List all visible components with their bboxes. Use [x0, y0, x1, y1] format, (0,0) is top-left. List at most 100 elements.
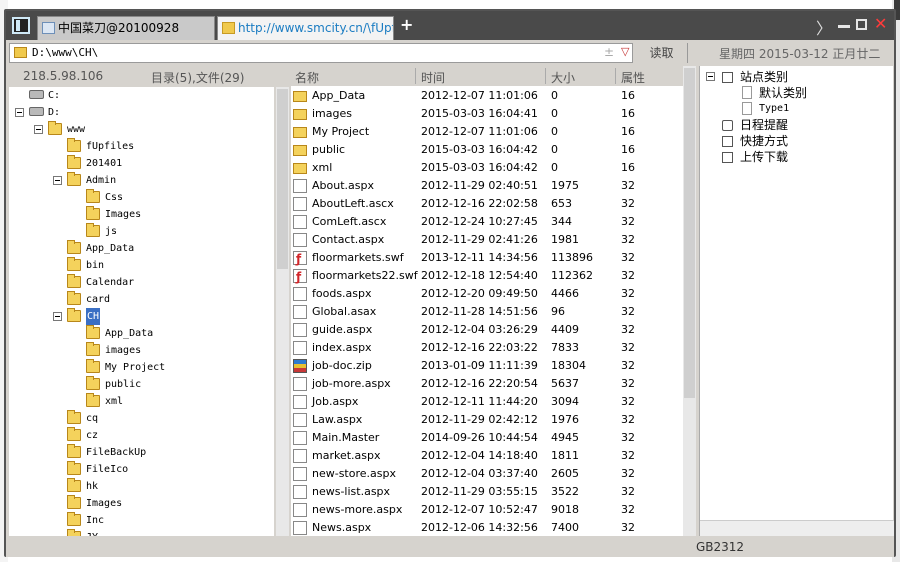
file-icon: [293, 323, 307, 337]
encoding-label[interactable]: GB2312: [696, 540, 744, 554]
table-row[interactable]: xml 2015-03-03 16:04:42 0 16: [291, 159, 681, 177]
cell-size: 4409: [551, 323, 579, 336]
table-row[interactable]: job-more.aspx 2012-12-16 22:20:54 5637 32: [291, 375, 681, 393]
table-row[interactable]: News.aspx 2012-12-06 14:32:56 7400 32: [291, 519, 681, 536]
app-panel-icon[interactable]: [12, 17, 30, 34]
column-divider[interactable]: [615, 68, 616, 84]
path-input[interactable]: D:\www\CH\ ± ▽: [9, 43, 633, 63]
bookmark-item[interactable]: 站点类别: [700, 69, 894, 85]
tree-item[interactable]: Admin: [9, 172, 274, 189]
column-divider[interactable]: [545, 68, 546, 84]
tree-item[interactable]: fUpfiles: [9, 138, 274, 155]
table-row[interactable]: news-more.aspx 2012-12-07 10:52:47 9018 32: [291, 501, 681, 519]
tree-item[interactable]: xml: [9, 393, 274, 410]
tree-scrollbar-thumb[interactable]: [277, 89, 288, 269]
collapse-toggle-icon[interactable]: [706, 72, 715, 81]
collapse-toggle-icon[interactable]: [15, 108, 24, 117]
tree-item[interactable]: Images: [9, 206, 274, 223]
table-row[interactable]: About.aspx 2012-11-29 02:40:51 1975 32: [291, 177, 681, 195]
tree-scrollbar[interactable]: [276, 87, 289, 536]
tree-item[interactable]: js: [9, 223, 274, 240]
directory-panel: 218.5.98.106 目录(5),文件(29) C: D: www fUpfile…: [9, 66, 289, 536]
bookmarks-horizontal-scrollbar[interactable]: [700, 520, 894, 536]
tree-item[interactable]: bin: [9, 257, 274, 274]
bookmark-item[interactable]: 快捷方式: [700, 133, 894, 149]
tree-item[interactable]: hk: [9, 478, 274, 495]
table-row[interactable]: foods.aspx 2012-12-20 09:49:50 4466 32: [291, 285, 681, 303]
table-row[interactable]: floormarkets22.swf2012-12-18 12:54:40 112…: [291, 267, 681, 286]
cell-name: My Project: [312, 125, 370, 138]
tree-item[interactable]: My Project: [9, 359, 274, 376]
tree-item[interactable]: Inc: [9, 512, 274, 529]
file-list-scrollbar-thumb[interactable]: [684, 68, 695, 398]
tree-item[interactable]: FileBackUp: [9, 444, 274, 461]
collapse-toggle-icon[interactable]: [34, 125, 43, 134]
tab-shell-manager[interactable]: 中国菜刀@20100928: [37, 16, 215, 40]
file-list[interactable]: App_Data 2012-12-07 11:01:06 0 16 images 2015…: [291, 87, 681, 536]
maximize-icon[interactable]: [856, 19, 867, 30]
tree-item[interactable]: cz: [9, 427, 274, 444]
tree-item[interactable]: images: [9, 342, 274, 359]
table-row[interactable]: Law.aspx 2012-11-29 02:42:12 1976 32: [291, 411, 681, 429]
cell-name: floormarkets22.swf: [312, 269, 418, 282]
table-row[interactable]: App_Data 2012-12-07 11:01:06 0 16: [291, 87, 681, 105]
collapse-toggle-icon[interactable]: [53, 312, 62, 321]
tree-item[interactable]: Images: [9, 495, 274, 512]
table-row[interactable]: Contact.aspx 2012-11-29 02:41:26 1981 32: [291, 231, 681, 249]
tree-item[interactable]: public: [9, 376, 274, 393]
plus-minus-icon[interactable]: ±: [604, 45, 614, 59]
table-row[interactable]: news-list.aspx 2012-11-29 03:55:15 3522 32: [291, 483, 681, 501]
close-icon[interactable]: ✕: [874, 14, 887, 33]
table-row[interactable]: ComLeft.ascx 2012-12-24 10:27:45 344 32: [291, 213, 681, 231]
table-row[interactable]: Job.aspx 2012-12-11 11:44:20 3094 32: [291, 393, 681, 411]
tree-item[interactable]: CH: [9, 308, 274, 325]
bookmark-item[interactable]: 默认类别: [700, 85, 894, 101]
flash-file-icon: [293, 250, 307, 268]
tree-item[interactable]: cq: [9, 410, 274, 427]
tab-file-browser[interactable]: http://www.smcity.cn/\fUpfile...: [217, 16, 394, 40]
chevron-down-icon[interactable]: ▽: [621, 45, 629, 58]
table-row[interactable]: guide.aspx 2012-12-04 03:26:29 4409 32: [291, 321, 681, 339]
tree-item[interactable]: App_Data: [9, 240, 274, 257]
folder-icon: [293, 127, 307, 138]
cell-time: 2012-12-16 22:02:58: [421, 197, 538, 210]
column-name[interactable]: 名称: [295, 69, 319, 86]
new-tab-button[interactable]: +: [400, 15, 413, 34]
tree-item[interactable]: JY: [9, 529, 274, 536]
table-row[interactable]: public 2015-03-03 16:04:42 0 16: [291, 141, 681, 159]
tree-item[interactable]: FileIco: [9, 461, 274, 478]
table-row[interactable]: floormarkets.swf 2013-12-11 14:34:56 11389…: [291, 249, 681, 268]
checkbox-icon[interactable]: [722, 72, 733, 83]
table-row[interactable]: images 2015-03-03 16:04:41 0 16: [291, 105, 681, 123]
chevron-right-icon[interactable]: 〉: [816, 15, 832, 39]
collapse-toggle-icon[interactable]: [53, 176, 62, 185]
tree-item[interactable]: C:: [9, 87, 274, 104]
bookmark-item[interactable]: 日程提醒: [700, 117, 894, 133]
table-row[interactable]: AboutLeft.ascx 2012-12-16 22:02:58 653 32: [291, 195, 681, 213]
tree-item[interactable]: 201401: [9, 155, 274, 172]
table-row[interactable]: My Project 2012-12-07 11:01:06 0 16: [291, 123, 681, 141]
tree-item[interactable]: Calendar: [9, 274, 274, 291]
tree-item[interactable]: D:: [9, 104, 274, 121]
table-row[interactable]: Global.asax 2012-11-28 14:51:56 96 32: [291, 303, 681, 321]
directory-tree[interactable]: C: D: www fUpfiles 201401 Admin Css Images js App…: [9, 87, 274, 536]
cell-name: Job.aspx: [312, 395, 359, 408]
tree-item[interactable]: Css: [9, 189, 274, 206]
table-row[interactable]: Main.Master 2014-09-26 10:44:54 4945 32: [291, 429, 681, 447]
table-row[interactable]: job-doc.zip 2013-01-09 11:11:39 18304 32: [291, 357, 681, 375]
read-button[interactable]: 读取: [636, 43, 688, 63]
file-list-scrollbar[interactable]: [683, 66, 696, 536]
table-row[interactable]: new-store.aspx 2012-12-04 03:37:40 2605 32: [291, 465, 681, 483]
column-divider[interactable]: [415, 68, 416, 84]
column-attr[interactable]: 属性: [621, 69, 645, 86]
tree-item[interactable]: App_Data: [9, 325, 274, 342]
bookmark-item[interactable]: Type1: [700, 101, 894, 117]
tree-item[interactable]: www: [9, 121, 274, 138]
column-size[interactable]: 大小: [551, 69, 575, 86]
table-row[interactable]: market.aspx 2012-12-04 14:18:40 1811 32: [291, 447, 681, 465]
column-time[interactable]: 时间: [421, 69, 445, 86]
table-row[interactable]: index.aspx 2012-12-16 22:03:22 7833 32: [291, 339, 681, 357]
minimize-icon[interactable]: [838, 25, 850, 28]
bookmark-item[interactable]: 上传下载: [700, 149, 894, 165]
tree-item[interactable]: card: [9, 291, 274, 308]
